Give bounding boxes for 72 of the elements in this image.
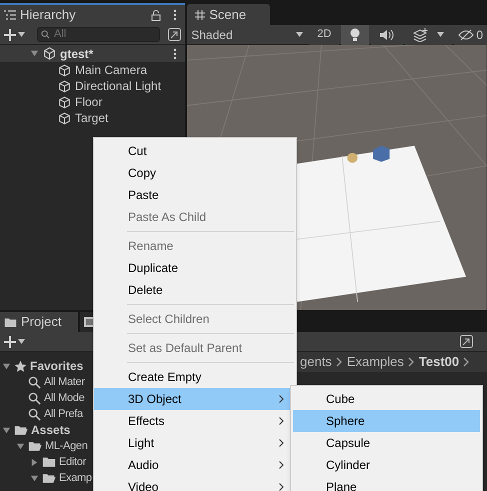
plus-icon [4, 28, 16, 40]
project-tree-item[interactable]: All Prefa [44, 406, 83, 422]
open-folder-icon [28, 440, 42, 452]
search-icon [28, 408, 41, 420]
expand-arrow-icon[interactable] [30, 49, 39, 58]
expand-arrow-icon[interactable] [16, 442, 25, 450]
project-tree-item[interactable]: ML-Agen [45, 438, 88, 454]
search-icon [28, 376, 41, 388]
hierarchy-item[interactable]: Directional Light [75, 77, 162, 95]
lightbulb-toggle[interactable] [341, 24, 370, 44]
caret-icon [437, 32, 444, 37]
cube-icon [58, 80, 71, 92]
menu-item[interactable]: Sphere [293, 410, 480, 432]
caret-icon [18, 32, 25, 37]
speaker-icon [379, 28, 396, 40]
project-tree-item[interactable]: Favorites [30, 357, 84, 375]
more-options-icon[interactable] [173, 48, 178, 60]
breadcrumb-link[interactable]: Examples [346, 352, 404, 372]
menu-item[interactable]: Create Empty [94, 366, 296, 388]
lock-icon[interactable] [151, 10, 162, 20]
project-tree-item[interactable]: Editor [59, 454, 86, 470]
chevron-right-icon [336, 357, 343, 367]
open-folder-icon [42, 472, 56, 484]
breadcrumb-link[interactable]: Test00 [418, 352, 460, 372]
project-tree-item[interactable]: All Mode [44, 390, 84, 406]
plus-icon [4, 336, 16, 348]
hierarchy-tab[interactable]: Hierarchy [0, 3, 186, 25]
search-icon [41, 30, 50, 39]
more-options-icon[interactable] [173, 9, 178, 21]
open-folder-icon [14, 424, 28, 436]
expand-arrow-icon[interactable] [2, 426, 11, 434]
expand-window-icon[interactable] [168, 28, 182, 41]
menu-item[interactable]: Paste [94, 184, 296, 206]
project-tree-item[interactable]: All Mater [44, 374, 85, 390]
folder-icon [42, 456, 56, 468]
shading-dropdown[interactable]: Shaded [187, 24, 308, 44]
cube-icon [58, 112, 71, 124]
cube-icon [58, 96, 71, 108]
star-icon [14, 360, 27, 372]
list-icon [4, 10, 16, 20]
menu-item[interactable]: Cube [293, 388, 480, 410]
search-icon [28, 392, 41, 404]
project-tab[interactable]: Project [0, 312, 78, 332]
menu-item[interactable]: Cut [94, 140, 296, 162]
menu-item[interactable]: Delete [94, 279, 296, 301]
breadcrumb-link[interactable]: gents [300, 352, 332, 372]
chevron-right-icon [408, 357, 415, 367]
hierarchy-item[interactable]: Target [75, 109, 108, 127]
project-tree-item[interactable]: Examp [59, 470, 92, 486]
menu-item[interactable]: Cylinder [293, 454, 480, 476]
folder-icon [4, 316, 17, 328]
caret-icon [18, 339, 25, 344]
hierarchy-item[interactable]: Floor [75, 93, 102, 111]
menu-item[interactable]: Copy [94, 162, 296, 184]
search-field[interactable]: All [37, 27, 160, 42]
expand-arrow-icon[interactable] [2, 362, 11, 370]
hierarchy-item[interactable]: Main Camera [75, 61, 148, 79]
eye-slash-icon [458, 28, 474, 40]
expand-window-icon[interactable] [460, 335, 473, 348]
expand-arrow-icon[interactable] [30, 474, 39, 482]
chevron-right-icon [463, 357, 470, 367]
caret-icon [296, 32, 304, 37]
menu-item[interactable]: Capsule [293, 432, 480, 454]
lightbulb-icon [349, 28, 362, 42]
grid-icon [195, 10, 206, 20]
scene-tab[interactable]: Scene [187, 4, 270, 25]
cube-icon [58, 64, 71, 76]
menu-item[interactable]: Plane [293, 476, 480, 491]
project-tree-item[interactable]: Assets [31, 421, 70, 439]
collapse-arrow-icon[interactable] [30, 458, 39, 466]
layers-icon [413, 28, 430, 42]
menu-item[interactable]: Duplicate [94, 257, 296, 279]
